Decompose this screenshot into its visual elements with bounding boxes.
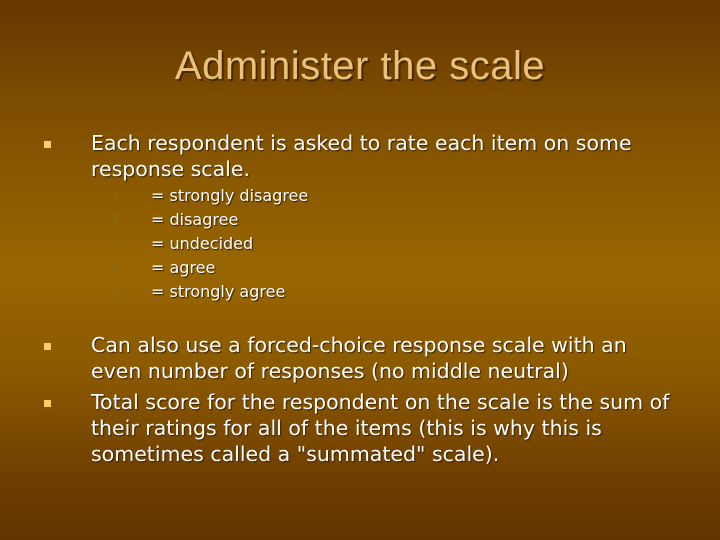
scale-item-label: = strongly disagree xyxy=(151,186,309,205)
bullet-text: Can also use a forced-choice response sc… xyxy=(91,333,627,383)
bullet-item: Total score for the respondent on the sc… xyxy=(44,389,674,467)
slide-title: Administer the scale xyxy=(174,44,546,88)
scale-item-label: = undecided xyxy=(151,234,254,253)
bullet-item: Each respondent is asked to rate each it… xyxy=(44,130,674,182)
scale-item-number: 5. xyxy=(112,285,123,298)
square-bullet-icon xyxy=(44,141,51,148)
square-bullet-icon xyxy=(44,400,51,407)
scale-item-number: 2. xyxy=(112,213,123,226)
scale-item-label: = agree xyxy=(151,258,216,277)
square-bullet-icon xyxy=(44,343,51,350)
bullet-text: Each respondent is asked to rate each it… xyxy=(91,131,632,181)
scale-item-number: 3. xyxy=(112,237,123,250)
bullet-item: Can also use a forced-choice response sc… xyxy=(44,332,674,384)
bullet-text: Total score for the respondent on the sc… xyxy=(91,390,670,466)
scale-item-number: 4. xyxy=(112,261,123,274)
scale-item-label: = disagree xyxy=(151,210,239,229)
scale-item-number: 1. xyxy=(112,189,123,202)
scale-item-label: = strongly agree xyxy=(151,282,286,301)
